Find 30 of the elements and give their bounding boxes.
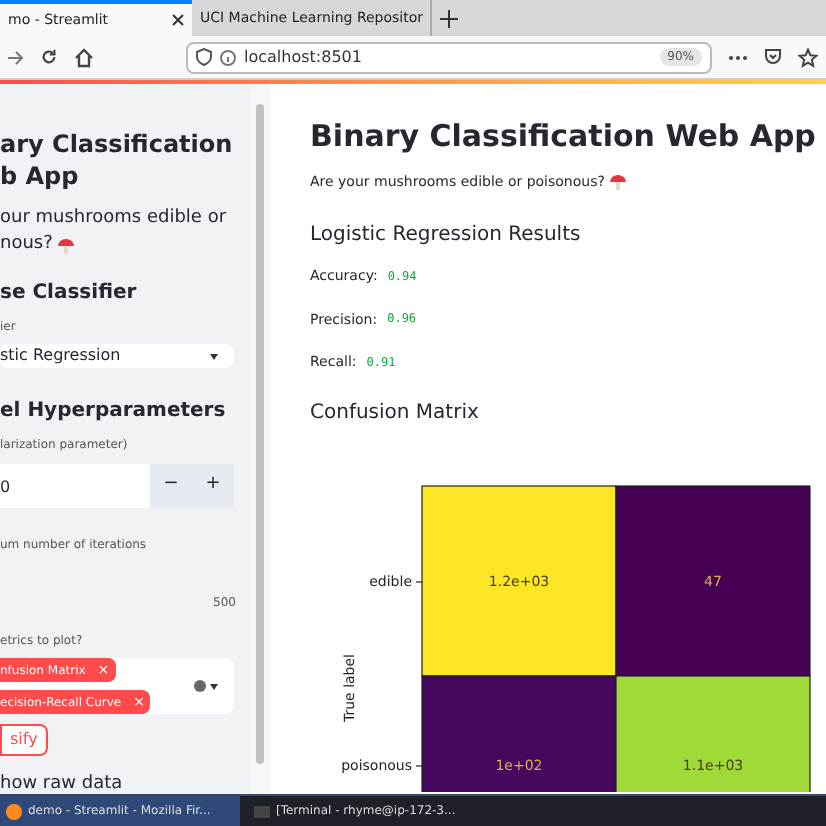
number-input[interactable]: 0: [0, 464, 150, 508]
mushroom-icon: [56, 235, 77, 255]
decrement-button[interactable]: −: [150, 464, 192, 508]
caret-icon: [210, 683, 218, 689]
pocket-icon[interactable]: [764, 48, 782, 66]
more-icon[interactable]: [728, 53, 748, 61]
increment-button[interactable]: +: [192, 464, 234, 508]
sidebar-title: ary Classification: [0, 128, 235, 160]
subtitle-text: nous?: [0, 232, 53, 258]
home-icon[interactable]: [74, 47, 94, 67]
scrollbar[interactable]: [256, 104, 264, 764]
caret-icon: [210, 353, 218, 359]
reload-icon[interactable]: [40, 48, 58, 66]
shield-icon: [196, 48, 212, 66]
back-icon[interactable]: [8, 49, 24, 65]
info-icon[interactable]: [220, 49, 236, 65]
new-tab-icon[interactable]: [440, 10, 458, 28]
section-heading: Logistic Regression Results: [310, 222, 583, 250]
close-icon[interactable]: [172, 14, 184, 26]
checkbox-label[interactable]: how raw data: [0, 772, 250, 794]
page-title: Binary Classification Web App: [310, 116, 818, 158]
section-heading: Confusion Matrix: [310, 399, 481, 427]
section-heading: el Hyperparameters: [0, 398, 228, 426]
subtitle-text: our mushrooms edible or: [0, 206, 227, 232]
mushroom-icon: [608, 171, 629, 192]
classifier-select[interactable]: stic Regression: [0, 344, 234, 368]
url-text: localhost:8501: [244, 45, 364, 69]
sidebar-title: b App: [0, 160, 81, 192]
star-icon[interactable]: [798, 47, 818, 67]
section-heading: se Classifier: [0, 280, 139, 308]
